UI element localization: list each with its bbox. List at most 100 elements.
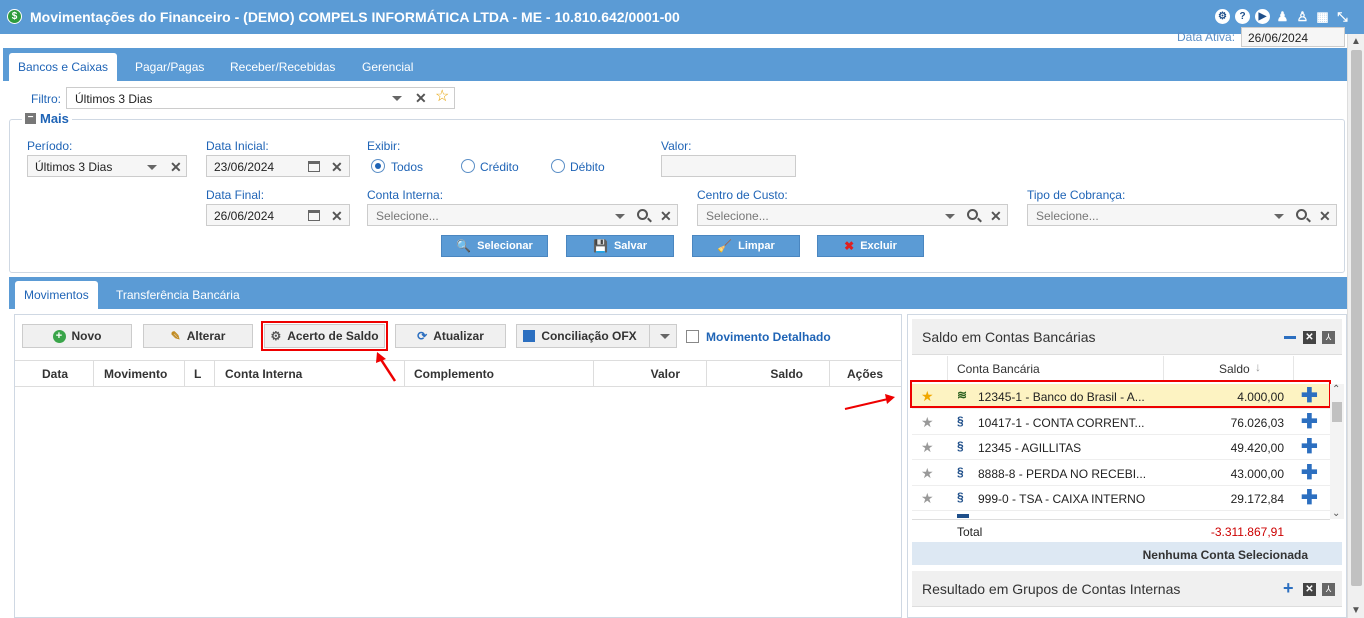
- pdf-icon[interactable]: ⅄: [1322, 331, 1335, 344]
- tab-bancos-caixas[interactable]: Bancos e Caixas: [9, 53, 118, 81]
- salvar-button[interactable]: 💾 Salvar: [566, 235, 674, 257]
- calendar-icon[interactable]: [308, 210, 320, 221]
- chevron-down-icon[interactable]: [147, 165, 157, 170]
- clear-icon[interactable]: ✕: [170, 160, 182, 174]
- clear-icon[interactable]: ✕: [1319, 209, 1331, 223]
- clear-icon[interactable]: ✕: [990, 209, 1002, 223]
- add-plus-icon[interactable]: ✚: [1301, 488, 1318, 508]
- chevron-down-icon[interactable]: [945, 214, 955, 219]
- user-icon[interactable]: ♙: [1295, 9, 1310, 24]
- account-row[interactable]: ★ § 10417-1 - CONTA CORRENT... 76.026,03…: [912, 410, 1330, 435]
- settings-icon[interactable]: ⚙: [1215, 9, 1230, 24]
- minimize-icon[interactable]: [1284, 336, 1296, 339]
- star-icon[interactable]: ☆: [435, 89, 449, 105]
- highlight-acerto-saldo: [261, 321, 388, 351]
- resultado-panel-header: Resultado em Grupos de Contas Internas +…: [912, 571, 1342, 607]
- star-icon[interactable]: ★: [921, 414, 934, 431]
- add-plus-icon[interactable]: ✚: [1301, 437, 1318, 457]
- accounts-scrollbar[interactable]: ⌃ ⌄: [1330, 384, 1344, 519]
- atualizar-button[interactable]: ⟳ Atualizar: [395, 324, 506, 348]
- col-data[interactable]: Data: [15, 361, 94, 387]
- data-inicial-field[interactable]: 23/06/2024 ✕: [206, 155, 350, 177]
- mais-legend[interactable]: − Mais: [22, 111, 72, 126]
- calendar-icon[interactable]: ▦: [1315, 9, 1330, 24]
- filtro-select[interactable]: Últimos 3 Dias ✕ ☆: [66, 87, 455, 109]
- chevron-down-icon[interactable]: [659, 333, 670, 339]
- tipo-cobranca-select[interactable]: Selecione... ✕: [1027, 204, 1337, 226]
- sort-down-icon[interactable]: ↓: [1255, 360, 1261, 374]
- chevron-down-icon[interactable]: [1274, 214, 1284, 219]
- close-icon[interactable]: ✕: [1303, 583, 1316, 596]
- chevron-down-icon[interactable]: [392, 96, 402, 101]
- col-movimento[interactable]: Movimento: [94, 361, 185, 387]
- selecionar-button[interactable]: 🔍 Selecionar: [441, 235, 548, 257]
- scroll-up-icon[interactable]: ⌃: [1332, 384, 1340, 395]
- movimento-detalhado-checkbox[interactable]: [686, 330, 699, 343]
- excluir-button[interactable]: ✖ Excluir: [817, 235, 924, 257]
- alterar-button[interactable]: ✎ Alterar: [143, 324, 253, 348]
- pdf-icon[interactable]: ⅄: [1322, 583, 1335, 596]
- radio-credito-label[interactable]: Crédito: [480, 160, 519, 174]
- search-icon[interactable]: [967, 209, 978, 220]
- tab-transferencia-bancaria[interactable]: Transferência Bancária: [107, 281, 249, 309]
- account-row[interactable]: ★ § 8888-8 - PERDA NO RECEBI... 43.000,0…: [912, 461, 1330, 486]
- search-icon[interactable]: [1296, 209, 1307, 220]
- add-plus-icon[interactable]: ✚: [1301, 463, 1318, 483]
- periodo-select[interactable]: Últimos 3 Dias ✕: [27, 155, 187, 177]
- limpar-button[interactable]: 🧹 Limpar: [692, 235, 800, 257]
- fullscreen-icon[interactable]: ⤡: [1335, 9, 1350, 24]
- data-ativa-label: Data Ativa:: [1177, 30, 1236, 44]
- close-icon[interactable]: ✕: [1303, 331, 1316, 344]
- play-icon[interactable]: ▶: [1255, 9, 1270, 24]
- radio-debito-label[interactable]: Débito: [570, 160, 605, 174]
- scroll-thumb[interactable]: [1351, 50, 1362, 586]
- col-saldo-bancario[interactable]: Saldo: [1219, 362, 1250, 376]
- calendar-icon[interactable]: [308, 161, 320, 172]
- chevron-down-icon[interactable]: [615, 214, 625, 219]
- col-acoes[interactable]: Ações: [830, 361, 901, 387]
- tab-gerencial[interactable]: Gerencial: [353, 53, 422, 81]
- clear-icon[interactable]: ✕: [660, 209, 672, 223]
- page-scrollbar[interactable]: ▲ ▼: [1347, 34, 1364, 618]
- star-icon[interactable]: ★: [921, 439, 934, 456]
- account-row[interactable]: ★ § 999-0 - TSA - CAIXA INTERNO 29.172,8…: [912, 486, 1330, 511]
- data-final-field[interactable]: 26/06/2024 ✕: [206, 204, 350, 226]
- search-icon[interactable]: [637, 209, 648, 220]
- clear-icon[interactable]: ✕: [415, 91, 427, 105]
- radio-todos-label[interactable]: Todos: [391, 160, 423, 174]
- conta-interna-select[interactable]: Selecione... ✕: [367, 204, 678, 226]
- account-row[interactable]: ★ § 12345 - AGILLITAS 49.420,00 ✚: [912, 435, 1330, 460]
- help-icon[interactable]: ?: [1235, 9, 1250, 24]
- col-conta-interna[interactable]: Conta Interna: [215, 361, 405, 387]
- scroll-down-icon[interactable]: ⌄: [1332, 508, 1340, 519]
- scroll-thumb[interactable]: [1332, 402, 1342, 422]
- movimento-detalhado-label[interactable]: Movimento Detalhado: [706, 330, 831, 344]
- magnifier-icon: 🔍: [456, 239, 472, 253]
- clear-icon[interactable]: ✕: [331, 160, 343, 174]
- col-valor[interactable]: Valor: [594, 361, 707, 387]
- radio-debito[interactable]: [551, 159, 565, 173]
- bell-icon[interactable]: ♟: [1275, 9, 1290, 24]
- expand-plus-icon[interactable]: +: [1283, 579, 1294, 597]
- clear-icon[interactable]: ✕: [331, 209, 343, 223]
- conciliacao-ofx-button[interactable]: Conciliação OFX: [516, 324, 677, 348]
- star-icon[interactable]: ★: [921, 465, 934, 482]
- data-ativa-field[interactable]: 26/06/2024: [1241, 27, 1345, 47]
- centro-custo-select[interactable]: Selecione... ✕: [697, 204, 1008, 226]
- col-saldo[interactable]: Saldo: [707, 361, 830, 387]
- col-complemento[interactable]: Complemento: [405, 361, 594, 387]
- col-l[interactable]: L: [185, 361, 215, 387]
- add-plus-icon[interactable]: ✚: [1301, 412, 1318, 432]
- scroll-up-icon[interactable]: ▲: [1351, 36, 1361, 47]
- valor-field[interactable]: [661, 155, 796, 177]
- radio-todos[interactable]: [371, 159, 385, 173]
- tab-movimentos[interactable]: Movimentos: [15, 281, 98, 309]
- star-icon[interactable]: ★: [921, 490, 934, 507]
- novo-button[interactable]: + Novo: [22, 324, 132, 348]
- scroll-down-icon[interactable]: ▼: [1351, 605, 1361, 616]
- tab-receber-recebidas[interactable]: Receber/Recebidas: [221, 53, 344, 81]
- radio-credito[interactable]: [461, 159, 475, 173]
- col-conta-bancaria[interactable]: Conta Bancária: [957, 362, 1040, 376]
- tab-pagar-pagas[interactable]: Pagar/Pagas: [126, 53, 213, 81]
- collapse-icon[interactable]: −: [25, 113, 36, 124]
